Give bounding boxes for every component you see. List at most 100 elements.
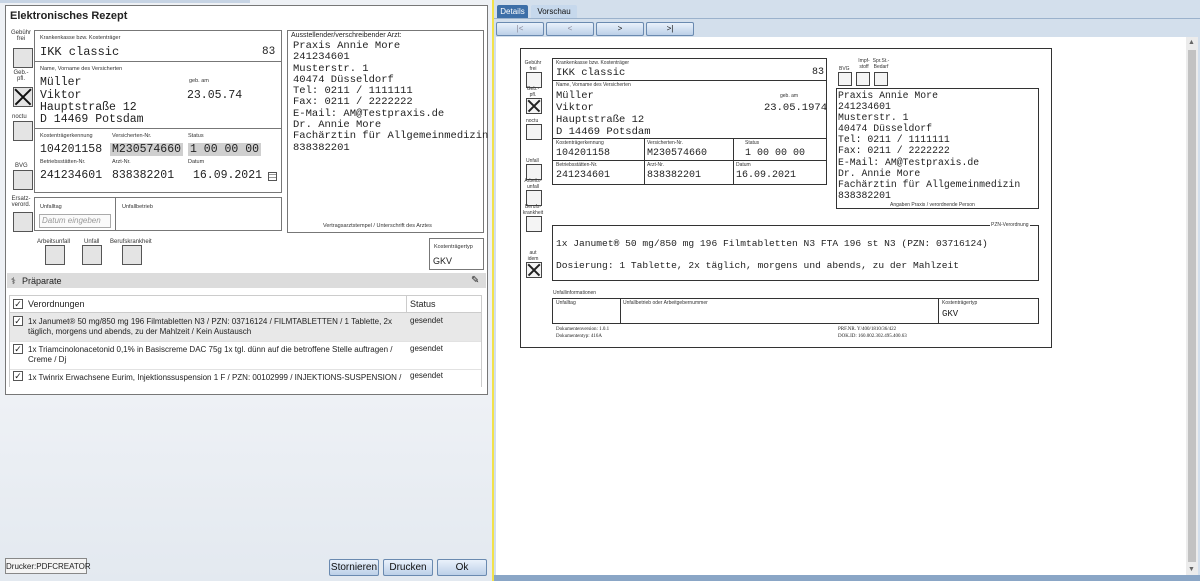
- last-page-button[interactable]: >|: [646, 22, 694, 36]
- bvg-label: BVG: [15, 163, 28, 169]
- col-status[interactable]: Status: [410, 299, 436, 309]
- datum[interactable]: 16.09.2021: [193, 169, 262, 182]
- p-name-label: Name, Vorname des Versicherten: [556, 82, 631, 88]
- arzt-nr[interactable]: 838382201: [112, 169, 174, 182]
- printer-label[interactable]: Drucker:PDFCREATOR: [5, 558, 91, 574]
- geb-pfl-label: Geb.- pfl.: [13, 70, 29, 82]
- arzt-line: 241234601: [293, 51, 350, 64]
- dob[interactable]: 23.05.74: [187, 89, 242, 102]
- tab-vorschau[interactable]: Vorschau: [531, 5, 577, 18]
- p-bvg-checkbox: [838, 72, 852, 86]
- p-bsnr-label: Betriebsstätten-Nr.: [556, 162, 598, 168]
- stornieren-button[interactable]: Stornieren: [329, 559, 379, 576]
- bsnr-label: Betriebsstätten-Nr.: [40, 159, 86, 165]
- drucken-button[interactable]: Drucken: [383, 559, 433, 576]
- p-geb-am-label: geb. am: [780, 93, 799, 99]
- kt-kennung[interactable]: 104201158: [40, 143, 102, 156]
- unfalltag-label: Unfalltag: [40, 204, 62, 210]
- p-kt-kennung-label: Kostenträgerkennung: [556, 140, 604, 146]
- edit-icon[interactable]: ✎: [471, 275, 479, 286]
- form-title: Elektronisches Rezept: [10, 10, 128, 22]
- arzt-title: Ausstellender/verschreibender Arzt:: [291, 32, 402, 39]
- row-checkbox[interactable]: ✓: [13, 344, 23, 354]
- p-kt-typ-label: Kostenträgertyp: [942, 300, 978, 306]
- stempel-label: Vertragsarztstempel / Unterschrift des A…: [323, 223, 432, 229]
- noctu-checkbox[interactable]: [13, 121, 33, 141]
- krankenkasse-value[interactable]: IKK classic: [40, 45, 119, 59]
- p-med-box: [552, 225, 1039, 281]
- geb-pfl-checkbox[interactable]: [13, 87, 33, 107]
- p-arzt-line: 241234601: [838, 101, 891, 113]
- tab-underline: [494, 18, 1200, 19]
- p-autidem-label: aut idem: [527, 250, 539, 262]
- scroll-up-icon[interactable]: ▲: [1188, 39, 1195, 46]
- p-firstname: Viktor: [556, 102, 594, 114]
- p-beruf-checkbox: [526, 216, 542, 232]
- divider: [34, 128, 282, 129]
- city[interactable]: D 14469 Potsdam: [40, 113, 144, 126]
- ok-button[interactable]: Ok: [437, 559, 487, 576]
- left-top-strip: [0, 0, 250, 3]
- p-dob: 23.05.1974: [764, 102, 828, 114]
- col-verordnungen[interactable]: Verordnungen: [28, 299, 85, 309]
- bvg-checkbox[interactable]: [13, 170, 33, 190]
- p-prf: PRF.NR. Y/400/1810/36/422: [838, 327, 897, 332]
- v-divider: [620, 298, 621, 324]
- row-checkbox[interactable]: ✓: [13, 316, 23, 326]
- row-checkbox[interactable]: ✓: [13, 371, 23, 381]
- datum-label: Datum: [188, 159, 205, 165]
- versicherten-nr[interactable]: M230574660: [110, 143, 184, 156]
- calendar-icon[interactable]: [268, 172, 277, 181]
- next-page-button[interactable]: >: [596, 22, 644, 36]
- prev-page-button[interactable]: <: [546, 22, 594, 36]
- row-text: 1x Triamcinolonacetonid 0,1% in Basiscre…: [28, 345, 393, 364]
- p-datum: 16.09.2021: [736, 170, 797, 181]
- p-kt-typ: GKV: [942, 309, 959, 319]
- p-unfallinfo-label: Unfallinformationen: [553, 290, 597, 296]
- scroll-thumb[interactable]: [1188, 50, 1196, 562]
- divider: [552, 138, 827, 139]
- gebuehr-frei-checkbox[interactable]: [13, 48, 33, 68]
- p-arzt-line: Fachärztin für Allgemeinmedizin: [838, 178, 1021, 190]
- unfalltag-input[interactable]: Datum eingeben: [39, 214, 111, 228]
- unfall-checkbox[interactable]: [82, 245, 102, 265]
- p-versicherten-label: Versicherten-Nr.: [647, 140, 683, 146]
- p-angaben-label: Angaben Praxis / verordnende Person: [890, 202, 975, 208]
- noctu-label: noctu: [12, 114, 27, 120]
- praeparate-title: Präparate: [22, 276, 62, 286]
- p-doc-type: Dokumententyp: 416A: [556, 334, 602, 339]
- p-unfallbetrieb-label: Unfallbetrieb oder Arbeitgebernummer: [623, 300, 708, 306]
- p-arbeitsunfall-label: Arbeits- unfall: [524, 178, 542, 190]
- bsnr[interactable]: 241234601: [40, 169, 102, 182]
- p-gebpfl-label: Geb.- pfl.: [526, 86, 540, 98]
- p-spr-checkbox: [874, 72, 888, 86]
- p-noctu-checkbox: [526, 124, 542, 140]
- name-label: Name, Vorname des Versicherten: [40, 66, 123, 72]
- p-arzt-line: Musterstr. 1: [838, 112, 909, 124]
- p-arzt-nr-label: Arzt-Nr.: [647, 162, 664, 168]
- arbeitsunfall-checkbox[interactable]: [45, 245, 65, 265]
- ersatz-label: Ersatz- verord.: [11, 196, 31, 208]
- p-unfalltag-label: Unfalltag: [556, 300, 576, 306]
- lastname[interactable]: Müller: [40, 76, 81, 89]
- ersatz-checkbox[interactable]: [13, 212, 33, 232]
- berufskrankheit-checkbox[interactable]: [122, 245, 142, 265]
- row-text: 1x Twinrix Erwachsene Eurim, Injektionss…: [28, 373, 402, 382]
- p-bsnr: 241234601: [556, 170, 611, 181]
- p-arzt-line: E-Mail: AM@Testpraxis.de: [838, 156, 980, 168]
- p-doc-version: Dokumentenversion: 1.0.1: [556, 327, 610, 332]
- divider: [552, 80, 827, 81]
- gebuehr-frei-label: Gebühr frei: [10, 30, 31, 42]
- p-city: D 14469 Potsdam: [556, 126, 651, 138]
- praeparate-header: [7, 273, 486, 288]
- scroll-down-icon[interactable]: ▼: [1188, 566, 1195, 573]
- kk-number: 83: [262, 46, 276, 58]
- first-page-button[interactable]: |<: [496, 22, 544, 36]
- p-arzt-lines: Praxis Annie More 241234601 Musterstr. 1…: [838, 90, 1020, 201]
- status-value[interactable]: 1 00 00 00: [188, 143, 262, 156]
- p-arzt-line: Tel: 0211 / 1111111: [838, 134, 950, 146]
- select-all-checkbox[interactable]: ✓: [13, 299, 23, 309]
- tab-details[interactable]: Details: [497, 5, 528, 18]
- p-med-line2: Dosierung: 1 Tablette, 2x täglich, morge…: [556, 260, 960, 271]
- p-spr-label: Spr.St.- Bedarf: [872, 58, 890, 70]
